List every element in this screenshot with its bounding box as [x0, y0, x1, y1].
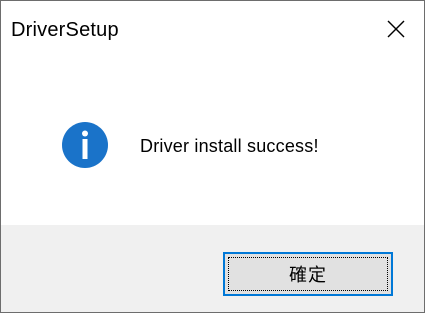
message-dialog: DriverSetup Driver install success! 確定 — [0, 0, 425, 313]
button-bar: 確定 — [1, 225, 424, 312]
close-button[interactable] — [368, 1, 424, 57]
info-icon — [62, 122, 108, 168]
dialog-content: Driver install success! — [1, 57, 424, 225]
message-text: Driver install success! — [140, 136, 319, 156]
close-icon — [387, 20, 405, 38]
ok-button-label: 確定 — [289, 265, 327, 285]
window-title: DriverSetup — [11, 19, 119, 41]
ok-button[interactable]: 確定 — [223, 252, 393, 296]
title-bar[interactable]: DriverSetup — [1, 1, 424, 57]
